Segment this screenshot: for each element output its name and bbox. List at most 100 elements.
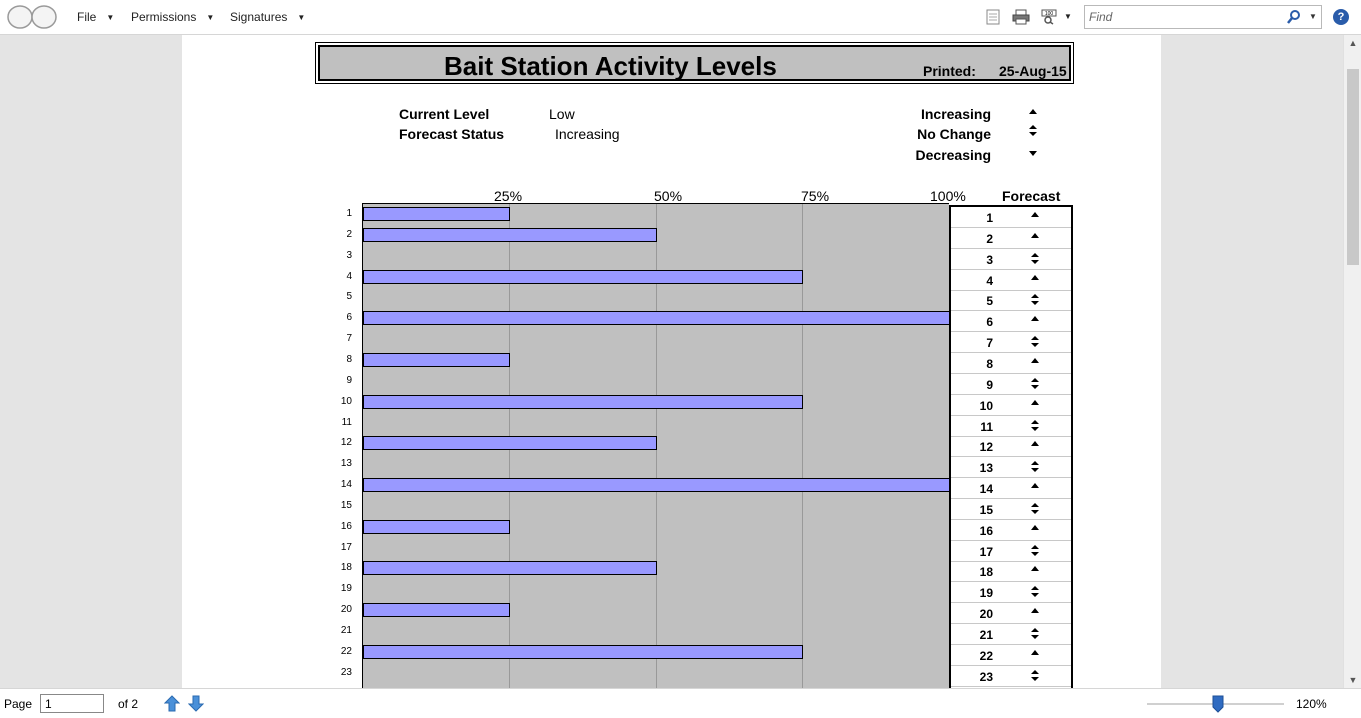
previous-page-icon[interactable] (164, 695, 180, 712)
increasing-arrow-icon (1031, 483, 1039, 489)
no-change-arrow-icon (1031, 336, 1039, 348)
increasing-arrow-icon (1031, 608, 1039, 614)
no-change-arrow-icon (1031, 502, 1039, 514)
forecast-row: 10 (951, 395, 1071, 416)
forecast-row: 4 (951, 270, 1071, 291)
row-label: 17 (340, 541, 352, 553)
legend-increasing-label: Increasing (920, 106, 991, 122)
forecast-row-number: 5 (986, 294, 993, 309)
menu-file[interactable]: File ▼ (77, 0, 114, 35)
row-label: 20 (340, 604, 352, 616)
forecast-row: 19 (951, 582, 1071, 604)
forecast-row: 14 (951, 478, 1071, 500)
current-level-value: Low (549, 106, 575, 122)
chevron-down-icon: ▼ (106, 13, 115, 22)
forecast-status-label: Forecast Status (399, 126, 505, 142)
x-tick-label: 100% (930, 188, 966, 204)
forecast-row: 3 (951, 249, 1071, 270)
page-count: of 2 (118, 697, 139, 711)
row-label: 19 (340, 583, 352, 595)
menu-signatures-label: Signatures (230, 10, 288, 24)
row-label: 10 (340, 395, 352, 407)
forecast-row: 6 (951, 311, 1071, 333)
row-label: 5 (346, 291, 352, 303)
zoom-level: 120% (1296, 697, 1327, 711)
document-view-icon[interactable] (984, 9, 1002, 25)
menu-permissions-label: Permissions (131, 10, 197, 24)
scroll-up-icon[interactable]: ▲ (1348, 38, 1358, 48)
zoom-icon[interactable]: 100 (1040, 9, 1058, 25)
row-label: 22 (340, 645, 352, 657)
row-label: 4 (346, 270, 352, 282)
forecast-row-number: 6 (986, 315, 993, 330)
forecast-row-number: 14 (979, 482, 993, 497)
zoom-slider-thumb[interactable] (1212, 695, 1224, 713)
forecast-row-number: 13 (979, 461, 993, 476)
forecast-row: 20 (951, 603, 1071, 625)
row-label: 6 (346, 312, 352, 324)
row-label: 3 (346, 249, 352, 261)
forecast-row-number: 15 (979, 502, 993, 517)
page-number-input[interactable] (40, 694, 104, 713)
row-label: 7 (346, 333, 352, 345)
row-label: 13 (340, 458, 352, 470)
forecast-row-number: 23 (979, 669, 993, 684)
chart-bar (363, 644, 804, 659)
no-change-arrow-icon (1031, 461, 1039, 473)
scroll-down-icon[interactable]: ▼ (1348, 675, 1358, 685)
report-title: Bait Station Activity Levels (444, 51, 777, 81)
row-label: 14 (340, 479, 352, 491)
forecast-row-number: 7 (986, 336, 993, 351)
no-change-arrow-icon (1031, 252, 1039, 264)
help-button[interactable]: ? (1333, 9, 1349, 25)
forecast-row: 11 (951, 416, 1071, 437)
row-label: 16 (340, 520, 352, 532)
next-page-icon[interactable] (188, 695, 204, 712)
forecast-table: 1 2 3 4 5 6 7 8 9 10 11 12 13 14 15 16 17 18 19 20 21 22 23 (949, 205, 1073, 688)
forecast-row: 8 (951, 353, 1071, 374)
vertical-scrollbar[interactable]: ▲ ▼ (1343, 35, 1361, 688)
chart-bar (363, 603, 510, 618)
menu-signatures[interactable]: Signatures ▼ (230, 0, 305, 35)
no-change-arrow-icon (1031, 419, 1039, 431)
row-label: 8 (346, 353, 352, 365)
row-label: 1 (346, 208, 352, 219)
chart-bar (363, 311, 950, 326)
legend-decreasing-label: Decreasing (915, 147, 991, 163)
forecast-row-number: 22 (979, 648, 993, 663)
row-label: 9 (346, 374, 352, 386)
bar-chart-plot-area (362, 203, 950, 688)
forecast-row-number: 2 (986, 231, 993, 246)
row-label: 18 (340, 562, 352, 574)
document-page: Bait Station Activity Levels Printed: 25… (182, 35, 1161, 688)
no-change-arrow-icon (1031, 377, 1039, 389)
printed-label: Printed: (923, 63, 976, 79)
svg-text:100: 100 (1045, 11, 1054, 17)
decreasing-arrow-icon (1029, 151, 1037, 156)
legend-no-change-label: No Change (917, 126, 991, 142)
chevron-down-icon[interactable]: ▼ (1064, 0, 1072, 35)
scrollbar-thumb[interactable] (1347, 69, 1359, 265)
find-input[interactable] (1089, 9, 1279, 25)
no-change-arrow-icon (1031, 669, 1039, 681)
forecast-row: 17 (951, 541, 1071, 562)
chevron-down-icon[interactable]: ▼ (1309, 12, 1317, 21)
menu-permissions[interactable]: Permissions ▼ (131, 0, 214, 35)
no-change-arrow-icon (1031, 628, 1039, 639)
x-tick-label: 25% (494, 188, 523, 204)
chart-bar (363, 436, 657, 451)
increasing-arrow-icon (1031, 566, 1039, 572)
title-banner: Bait Station Activity Levels Printed: 25… (318, 45, 1071, 81)
no-change-arrow-icon (1031, 544, 1039, 556)
no-change-arrow-icon (1031, 294, 1039, 306)
print-icon[interactable] (1012, 9, 1030, 25)
forecast-row-number: 11 (980, 419, 993, 434)
increasing-arrow-icon (1029, 109, 1037, 114)
no-change-arrow-icon (1029, 125, 1037, 136)
forecast-row: 12 (951, 436, 1071, 458)
row-label: 23 (340, 666, 352, 678)
forecast-row: 23 (951, 666, 1071, 687)
search-icon[interactable] (1287, 10, 1301, 24)
forecast-row-number: 12 (979, 440, 993, 455)
forecast-row: 15 (951, 499, 1071, 520)
